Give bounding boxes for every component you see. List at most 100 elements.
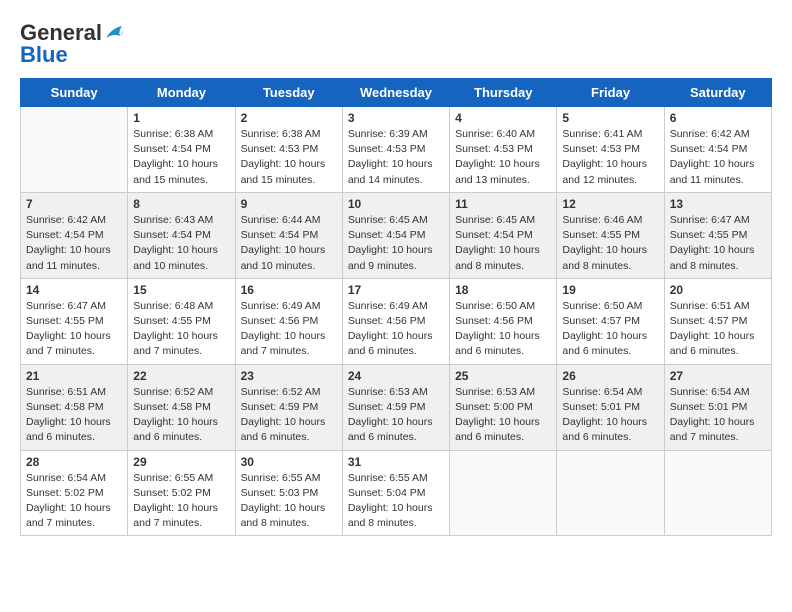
- day-number: 22: [133, 369, 229, 383]
- daylight-hours: Daylight: 10 hours and 6 minutes.: [562, 330, 647, 357]
- daylight-hours: Daylight: 10 hours and 6 minutes.: [562, 416, 647, 443]
- calendar-day-cell: 3Sunrise: 6:39 AMSunset: 4:53 PMDaylight…: [342, 107, 449, 193]
- logo: General Blue: [20, 20, 126, 68]
- daylight-hours: Daylight: 10 hours and 6 minutes.: [26, 416, 111, 443]
- day-number: 21: [26, 369, 122, 383]
- day-info: Sunrise: 6:43 AM Sunset: 4:54 PM Daylight:…: [133, 213, 229, 274]
- sunset-time: Sunset: 5:01 PM: [670, 401, 748, 413]
- calendar-day-cell: 2Sunrise: 6:38 AMSunset: 4:53 PMDaylight…: [235, 107, 342, 193]
- calendar-day-cell: [450, 450, 557, 536]
- day-number: 19: [562, 283, 658, 297]
- day-number: 17: [348, 283, 444, 297]
- day-number: 4: [455, 111, 551, 125]
- sunset-time: Sunset: 4:56 PM: [241, 315, 319, 327]
- sunrise-time: Sunrise: 6:54 AM: [26, 472, 106, 484]
- sunset-time: Sunset: 5:02 PM: [26, 487, 104, 499]
- sunrise-time: Sunrise: 6:45 AM: [348, 214, 428, 226]
- day-number: 16: [241, 283, 337, 297]
- daylight-hours: Daylight: 10 hours and 11 minutes.: [670, 158, 755, 185]
- sunset-time: Sunset: 4:54 PM: [26, 229, 104, 241]
- day-info: Sunrise: 6:55 AMSunset: 5:04 PMDaylight:…: [348, 471, 444, 532]
- calendar-day-cell: 17 Sunrise: 6:49 AMSunset: 4:56 PMDayligh…: [342, 278, 449, 364]
- calendar-table: SundayMondayTuesdayWednesdayThursdayFrid…: [20, 78, 772, 536]
- sunset-time: Sunset: 4:53 PM: [455, 143, 533, 155]
- day-info: Sunrise: 6:42 AMSunset: 4:54 PMDaylight:…: [26, 213, 122, 274]
- sunset-time: Sunset: 5:00 PM: [455, 401, 533, 413]
- day-number: 24: [348, 369, 444, 383]
- daylight-hours: Daylight: 10 hours and 8 minutes.: [241, 502, 326, 529]
- calendar-day-header: Wednesday: [342, 79, 449, 107]
- sunrise-time: Sunrise: 6:38 AM: [241, 128, 321, 140]
- sunrise-time: Sunrise: 6:43 AM: [133, 214, 213, 226]
- calendar-day-cell: 20Sunrise: 6:51 AMSunset: 4:57 PMDayligh…: [664, 278, 771, 364]
- sunset-time: Sunset: 4:55 PM: [670, 229, 748, 241]
- calendar-day-cell: 1Sunrise: 6:38 AMSunset: 4:54 PMDaylight…: [128, 107, 235, 193]
- sunrise-time: Sunrise: 6:55 AM: [133, 472, 213, 484]
- sunset-time: Sunset: 4:58 PM: [133, 401, 211, 413]
- calendar-day-cell: 7Sunrise: 6:42 AMSunset: 4:54 PMDaylight…: [21, 192, 128, 278]
- daylight-hours: Daylight: 10 hours and 15 minutes.: [133, 158, 218, 185]
- day-info: Sunrise: 6:45 AMSunset: 4:54 PMDaylight:…: [455, 213, 551, 274]
- calendar-day-cell: 25Sunrise: 6:53 AMSunset: 5:00 PMDayligh…: [450, 364, 557, 450]
- calendar-day-cell: 15Sunrise: 6:48 AMSunset: 4:55 PMDayligh…: [128, 278, 235, 364]
- calendar-day-cell: 10Sunrise: 6:45 AMSunset: 4:54 PMDayligh…: [342, 192, 449, 278]
- daylight-hours: Daylight: 10 hours and 6 minutes.: [348, 330, 433, 357]
- calendar-day-header: Thursday: [450, 79, 557, 107]
- calendar-day-cell: 30Sunrise: 6:55 AMSunset: 5:03 PMDayligh…: [235, 450, 342, 536]
- sunrise-time: Sunrise: 6:39 AM: [348, 128, 428, 140]
- calendar-day-cell: 8Sunrise: 6:43 AMSunset: 4:54 PMDaylight…: [128, 192, 235, 278]
- sunset-time: Sunset: 4:54 PM: [348, 229, 426, 241]
- calendar-day-header: Monday: [128, 79, 235, 107]
- day-info: Sunrise: 6:51 AMSunset: 4:58 PMDaylight:…: [26, 385, 122, 446]
- daylight-hours: Daylight: 10 hours and 12 minutes.: [562, 158, 647, 185]
- sunrise-time: Sunrise: 6:50 AM: [562, 300, 642, 312]
- sunrise-time: Sunrise: 6:51 AM: [670, 300, 750, 312]
- day-info: Sunrise: 6:49 AMSunset: 4:56 PMDaylight:…: [348, 299, 444, 360]
- sunset-time: Sunset: 4:53 PM: [348, 143, 426, 155]
- sunrise-time: Sunrise: 6:52 AM: [133, 386, 213, 398]
- calendar-week-row: 21 Sunrise: 6:51 AMSunset: 4:58 PMDayligh…: [21, 364, 772, 450]
- day-info: Sunrise: 6:48 AMSunset: 4:55 PMDaylight:…: [133, 299, 229, 360]
- day-info: Sunrise: 6:54 AMSunset: 5:02 PMDaylight:…: [26, 471, 122, 532]
- day-info: Sunrise: 6:38 AMSunset: 4:54 PMDaylight:…: [133, 127, 229, 188]
- calendar-day-cell: 9Sunrise: 6:44 AMSunset: 4:54 PMDaylight…: [235, 192, 342, 278]
- sunrise-time: Sunrise: 6:45 AM: [455, 214, 535, 226]
- day-number: 11: [455, 197, 551, 211]
- daylight-hours: Daylight: 10 hours and 8 minutes.: [455, 244, 540, 271]
- calendar-week-row: 7Sunrise: 6:42 AMSunset: 4:54 PMDaylight…: [21, 192, 772, 278]
- calendar-day-cell: [21, 107, 128, 193]
- sunset-time: Sunset: 4:53 PM: [241, 143, 319, 155]
- sunrise-time: Sunrise: 6:53 AM: [348, 386, 428, 398]
- daylight-hours: Daylight: 10 hours and 6 minutes.: [241, 416, 326, 443]
- sunrise-time: Sunrise: 6:44 AM: [241, 214, 321, 226]
- calendar-day-cell: 22Sunrise: 6:52 AMSunset: 4:58 PMDayligh…: [128, 364, 235, 450]
- sunset-time: Sunset: 4:55 PM: [133, 315, 211, 327]
- day-number: 9: [241, 197, 337, 211]
- sunset-time: Sunset: 4:54 PM: [133, 229, 211, 241]
- day-info: Sunrise: 6:39 AMSunset: 4:53 PMDaylight:…: [348, 127, 444, 188]
- daylight-hours: Daylight: 10 hours and 7 minutes.: [26, 330, 111, 357]
- day-info: Sunrise: 6:49 AMSunset: 4:56 PMDaylight:…: [241, 299, 337, 360]
- sunset-time: Sunset: 4:56 PM: [455, 315, 533, 327]
- daylight-hours: Daylight: 10 hours and 6 minutes.: [670, 330, 755, 357]
- daylight-hours: Daylight: 10 hours and 7 minutes.: [670, 416, 755, 443]
- calendar-week-row: 14Sunrise: 6:47 AMSunset: 4:55 PMDayligh…: [21, 278, 772, 364]
- page-header: General Blue: [20, 20, 772, 68]
- sunset-time: Sunset: 4:55 PM: [562, 229, 640, 241]
- calendar-day-cell: 19 Sunrise: 6:50 AM Sunset: 4:57 PM Dayligh…: [557, 278, 664, 364]
- day-number: 30: [241, 455, 337, 469]
- sunset-time: Sunset: 4:57 PM: [562, 315, 640, 327]
- sunrise-time: Sunrise: 6:55 AM: [348, 472, 428, 484]
- daylight-hours: Daylight: 10 hours and 10 minutes.: [133, 244, 218, 271]
- calendar-day-cell: 27Sunrise: 6:54 AMSunset: 5:01 PMDayligh…: [664, 364, 771, 450]
- calendar-day-cell: 18Sunrise: 6:50 AMSunset: 4:56 PMDayligh…: [450, 278, 557, 364]
- sunrise-time: Sunrise: 6:38 AM: [133, 128, 213, 140]
- calendar-day-cell: [664, 450, 771, 536]
- day-info: Sunrise: 6:47 AMSunset: 4:55 PMDaylight:…: [670, 213, 766, 274]
- sunset-time: Sunset: 4:59 PM: [241, 401, 319, 413]
- sunset-time: Sunset: 4:59 PM: [348, 401, 426, 413]
- sunset-time: Sunset: 4:58 PM: [26, 401, 104, 413]
- day-info: Sunrise: 6:54 AMSunset: 5:01 PMDaylight:…: [670, 385, 766, 446]
- sunrise-time: Sunrise: 6:41 AM: [562, 128, 642, 140]
- daylight-hours: Daylight: 10 hours and 6 minutes.: [455, 416, 540, 443]
